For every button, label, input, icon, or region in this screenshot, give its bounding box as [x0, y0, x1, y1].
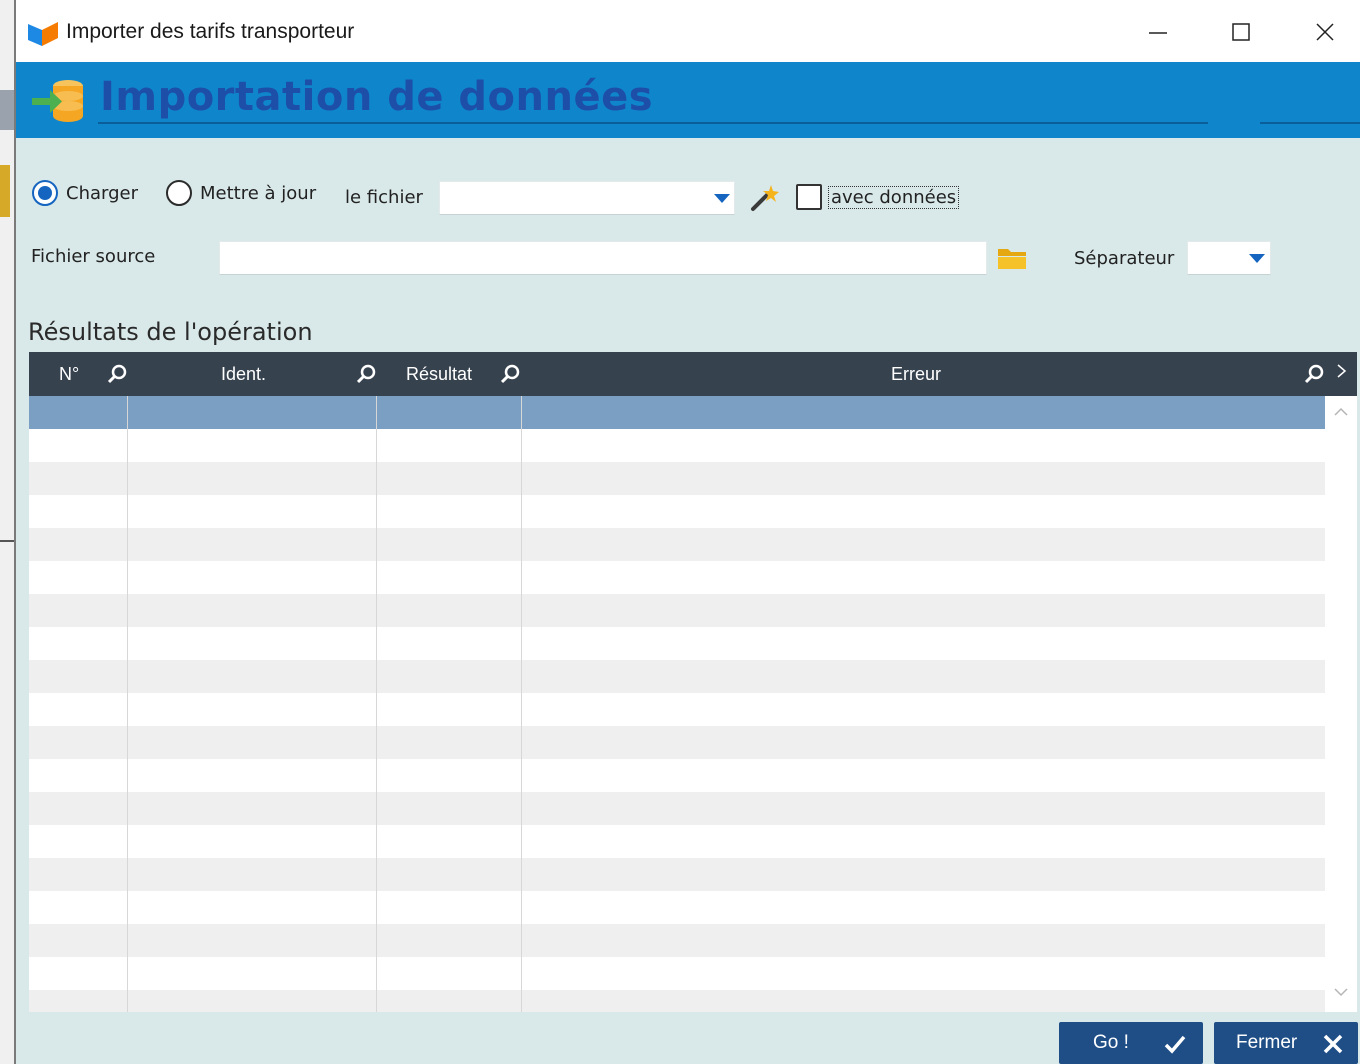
- minimize-button[interactable]: [1136, 12, 1180, 52]
- column-divider: [521, 396, 522, 1012]
- fichier-source-label: Fichier source: [31, 246, 156, 267]
- fermer-button-label: Fermer: [1236, 1032, 1298, 1053]
- column-divider: [127, 396, 128, 1012]
- close-window-button[interactable]: [1303, 12, 1347, 52]
- table-row[interactable]: [29, 726, 1325, 759]
- chevron-up-icon[interactable]: [1333, 404, 1349, 420]
- page-header: Importation de données: [16, 62, 1360, 138]
- table-row[interactable]: [29, 891, 1325, 924]
- checkbox-box[interactable]: [796, 184, 822, 210]
- minimize-icon: [1149, 32, 1167, 34]
- table-row[interactable]: [29, 528, 1325, 561]
- search-icon[interactable]: [1303, 363, 1325, 385]
- column-divider: [376, 396, 377, 1012]
- title-underline: [98, 122, 1208, 124]
- go-button[interactable]: Go !: [1059, 1022, 1203, 1064]
- table-row[interactable]: [29, 693, 1325, 726]
- column-header-no[interactable]: N°: [59, 352, 79, 396]
- title-bar[interactable]: Importer des tarifs transporteur: [16, 0, 1360, 62]
- fichier-label: le fichier: [345, 187, 423, 208]
- magic-wand-icon[interactable]: [749, 182, 779, 212]
- fichier-source-input[interactable]: [219, 241, 987, 275]
- page-title: Importation de données: [100, 74, 654, 120]
- avec-donnees-label: avec données: [828, 185, 960, 209]
- chevron-right-icon[interactable]: [1335, 362, 1349, 380]
- app-logo-icon: [28, 22, 58, 46]
- search-icon[interactable]: [355, 363, 377, 385]
- import-dialog: Importer des tarifs transporteur Importa…: [16, 0, 1360, 1064]
- column-header-erreur[interactable]: Erreur: [891, 352, 941, 396]
- separateur-label: Séparateur: [1074, 248, 1175, 269]
- search-icon[interactable]: [499, 363, 521, 385]
- title-underline: [1260, 122, 1360, 124]
- close-icon: [1323, 1034, 1343, 1054]
- radio-maj-label: Mettre à jour: [200, 182, 317, 204]
- radio-circle[interactable]: [166, 180, 192, 206]
- background-fragment: [0, 165, 10, 217]
- column-header-ident[interactable]: Ident.: [221, 352, 266, 396]
- table-row[interactable]: [29, 792, 1325, 825]
- table-row[interactable]: [29, 429, 1325, 462]
- background-app-strip: [0, 0, 16, 1064]
- table-row[interactable]: [29, 495, 1325, 528]
- chevron-down-icon[interactable]: [1333, 984, 1349, 1000]
- table-row[interactable]: [29, 561, 1325, 594]
- table-row[interactable]: [29, 594, 1325, 627]
- go-button-label: Go !: [1093, 1032, 1129, 1053]
- table-row[interactable]: [29, 957, 1325, 990]
- table-row[interactable]: [29, 396, 1325, 429]
- fichier-dropdown-arrow-icon[interactable]: [714, 194, 730, 203]
- radio-mettre-a-jour[interactable]: Mettre à jour: [166, 180, 316, 206]
- table-row[interactable]: [29, 627, 1325, 660]
- table-row[interactable]: [29, 858, 1325, 891]
- vertical-scrollbar[interactable]: [1325, 396, 1357, 1012]
- separateur-dropdown-arrow-icon[interactable]: [1249, 254, 1265, 263]
- column-header-resultat[interactable]: Résultat: [406, 352, 472, 396]
- fichier-select[interactable]: [439, 181, 735, 215]
- table-row[interactable]: [29, 759, 1325, 792]
- results-table: N° Ident. Résultat Erreur: [29, 352, 1357, 1012]
- table-row[interactable]: [29, 990, 1325, 1012]
- database-import-icon: [32, 80, 83, 122]
- avec-donnees-checkbox[interactable]: avec données: [796, 184, 960, 210]
- table-row[interactable]: [29, 462, 1325, 495]
- fermer-button[interactable]: Fermer: [1214, 1022, 1358, 1064]
- results-title: Résultats de l'opération: [28, 318, 313, 346]
- close-icon: [1316, 23, 1334, 41]
- table-row[interactable]: [29, 825, 1325, 858]
- checkmark-icon: [1164, 1035, 1186, 1054]
- table-body[interactable]: [29, 396, 1325, 1012]
- table-row[interactable]: [29, 924, 1325, 957]
- table-row[interactable]: [29, 660, 1325, 693]
- search-icon[interactable]: [106, 363, 128, 385]
- radio-charger-label: Charger: [66, 182, 138, 204]
- table-header: N° Ident. Résultat Erreur: [29, 352, 1357, 396]
- folder-browse-icon[interactable]: [996, 245, 1028, 271]
- radio-circle-checked[interactable]: [32, 180, 58, 206]
- radio-charger[interactable]: Charger: [32, 180, 138, 206]
- maximize-icon: [1232, 23, 1250, 41]
- window-title: Importer des tarifs transporteur: [66, 20, 355, 43]
- maximize-button[interactable]: [1219, 12, 1263, 52]
